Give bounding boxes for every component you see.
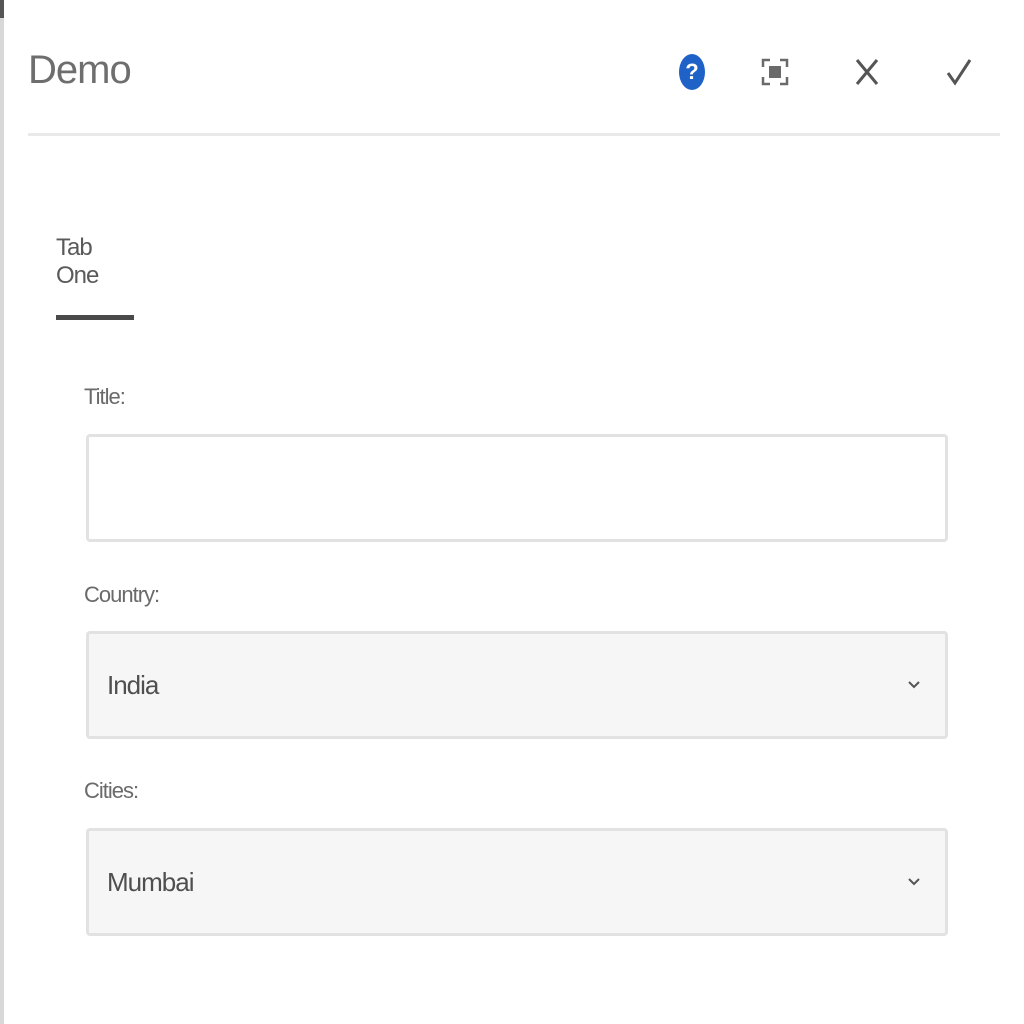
title-field <box>86 434 948 542</box>
help-icon: ? <box>679 54 705 90</box>
country-selected-value: India <box>107 669 159 700</box>
dialog-title: Demo <box>28 48 132 92</box>
close-icon <box>855 59 879 85</box>
tab-one-label: Tab One <box>56 234 99 289</box>
checkmark-icon <box>946 59 972 86</box>
help-button[interactable]: ? <box>668 48 716 96</box>
fullscreen-icon <box>761 58 789 86</box>
chevron-down-icon <box>907 875 921 889</box>
cities-selected-value: Mumbai <box>107 866 194 897</box>
active-tab-indicator <box>56 315 134 320</box>
close-button[interactable] <box>843 48 891 96</box>
done-button[interactable] <box>935 48 983 96</box>
title-input[interactable] <box>89 437 945 539</box>
dialog-header: Demo ? <box>28 0 1000 136</box>
title-label: Title: <box>84 384 126 409</box>
chevron-down-icon <box>907 678 921 692</box>
fullscreen-button[interactable] <box>751 48 799 96</box>
tab-one[interactable]: Tab One <box>56 234 134 320</box>
country-select[interactable]: India <box>86 631 948 739</box>
dialog: Demo ? Tab One Title: Country: India Cit… <box>4 0 1024 1024</box>
cities-select[interactable]: Mumbai <box>86 828 948 936</box>
country-label: Country: <box>84 582 160 607</box>
cities-label: Cities: <box>84 778 139 803</box>
